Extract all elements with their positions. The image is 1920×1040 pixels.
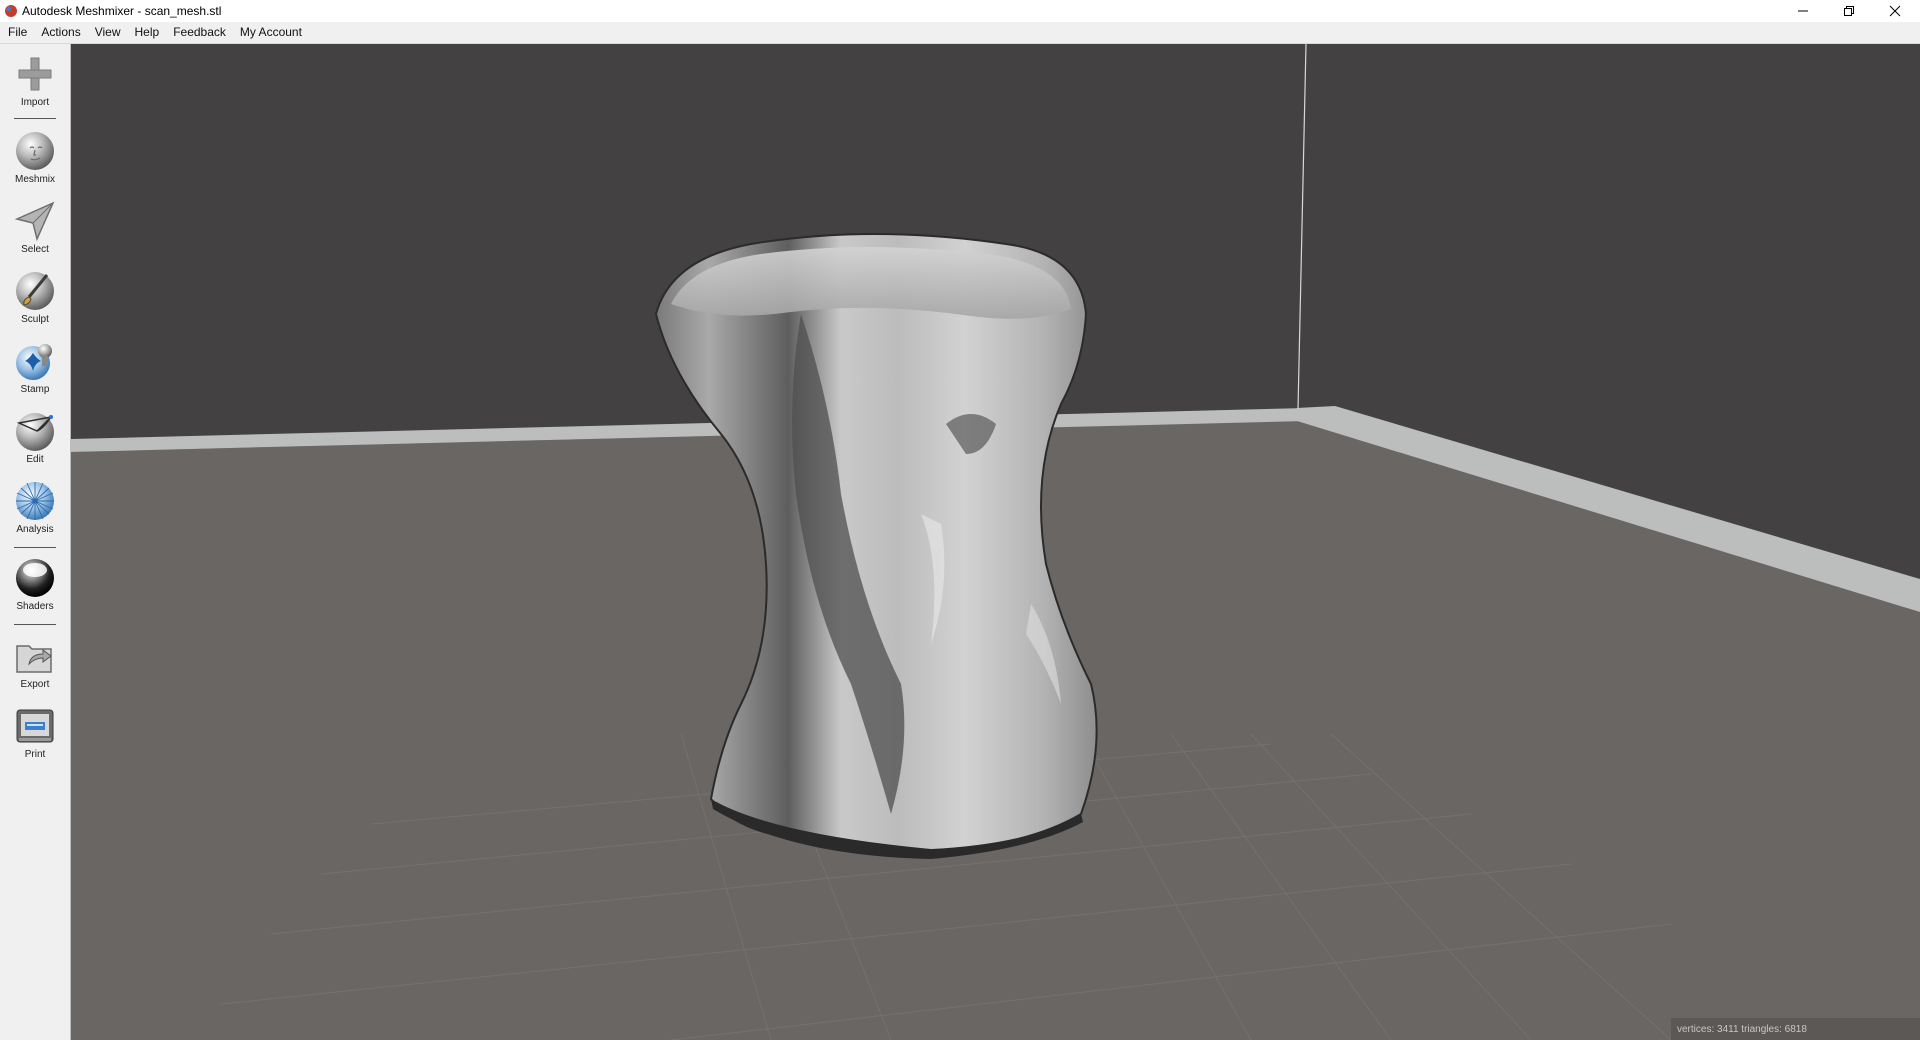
menu-bar: File Actions View Help Feedback My Accou… xyxy=(0,22,1920,44)
toolbar-divider xyxy=(14,118,56,119)
scene-canvas xyxy=(71,44,1920,1040)
edit-tool-button[interactable]: Edit xyxy=(0,409,70,471)
sculpt-brush-icon xyxy=(16,272,54,310)
restore-button[interactable] xyxy=(1826,0,1872,22)
menu-view[interactable]: View xyxy=(88,22,128,43)
meshmix-tool-button[interactable]: Meshmix xyxy=(0,129,70,191)
menu-feedback[interactable]: Feedback xyxy=(166,22,233,43)
meshmixer-logo-icon xyxy=(5,5,17,17)
import-tool-button[interactable]: Import xyxy=(0,52,70,114)
3d-viewport[interactable]: vertices: 3411 triangles: 6818 xyxy=(71,44,1920,1040)
select-label: Select xyxy=(21,244,49,255)
edit-icon xyxy=(16,413,54,451)
minimize-icon xyxy=(1798,10,1808,12)
shaders-tool-button[interactable]: Shaders xyxy=(0,556,70,618)
minimize-button[interactable] xyxy=(1780,0,1826,22)
shaders-label: Shaders xyxy=(16,601,54,612)
restore-icon xyxy=(1844,6,1854,16)
analysis-tool-button[interactable]: Analysis xyxy=(0,479,70,541)
close-icon xyxy=(1889,5,1901,17)
print-tool-button[interactable]: Print xyxy=(0,704,70,766)
analysis-label: Analysis xyxy=(16,524,54,535)
printer-icon xyxy=(16,709,54,743)
close-button[interactable] xyxy=(1872,0,1918,22)
print-label: Print xyxy=(24,749,46,760)
export-label: Export xyxy=(20,679,50,690)
stamp-icon xyxy=(16,344,52,380)
tool-sidebar: Import Meshmix Select Sculpt Stamp Edit … xyxy=(0,44,71,1040)
shader-sphere-icon xyxy=(16,559,54,597)
sculpt-tool-button[interactable]: Sculpt xyxy=(0,269,70,331)
stamp-tool-button[interactable]: Stamp xyxy=(0,339,70,401)
mesh-stats-readout: vertices: 3411 triangles: 6818 xyxy=(1671,1018,1920,1040)
sculpt-label: Sculpt xyxy=(21,314,49,325)
plus-icon xyxy=(18,57,52,91)
edit-label: Edit xyxy=(26,454,44,465)
export-icon xyxy=(16,645,52,673)
toolbar-divider xyxy=(14,624,56,625)
select-tool-button[interactable]: Select xyxy=(0,199,70,261)
stamp-label: Stamp xyxy=(20,384,50,395)
import-label: Import xyxy=(20,97,50,108)
select-arrow-icon xyxy=(14,201,55,242)
meshmix-face-icon xyxy=(16,132,54,170)
title-bar: Autodesk Meshmixer - scan_mesh.stl xyxy=(0,0,1920,22)
menu-file[interactable]: File xyxy=(0,22,34,43)
menu-actions[interactable]: Actions xyxy=(34,22,87,43)
meshmix-label: Meshmix xyxy=(14,174,55,185)
window-title: Autodesk Meshmixer - scan_mesh.stl xyxy=(22,4,222,18)
menu-help[interactable]: Help xyxy=(128,22,167,43)
export-tool-button[interactable]: Export xyxy=(0,634,70,696)
toolbar-divider xyxy=(14,547,56,548)
menu-my-account[interactable]: My Account xyxy=(233,22,309,43)
analysis-icon xyxy=(16,482,54,520)
